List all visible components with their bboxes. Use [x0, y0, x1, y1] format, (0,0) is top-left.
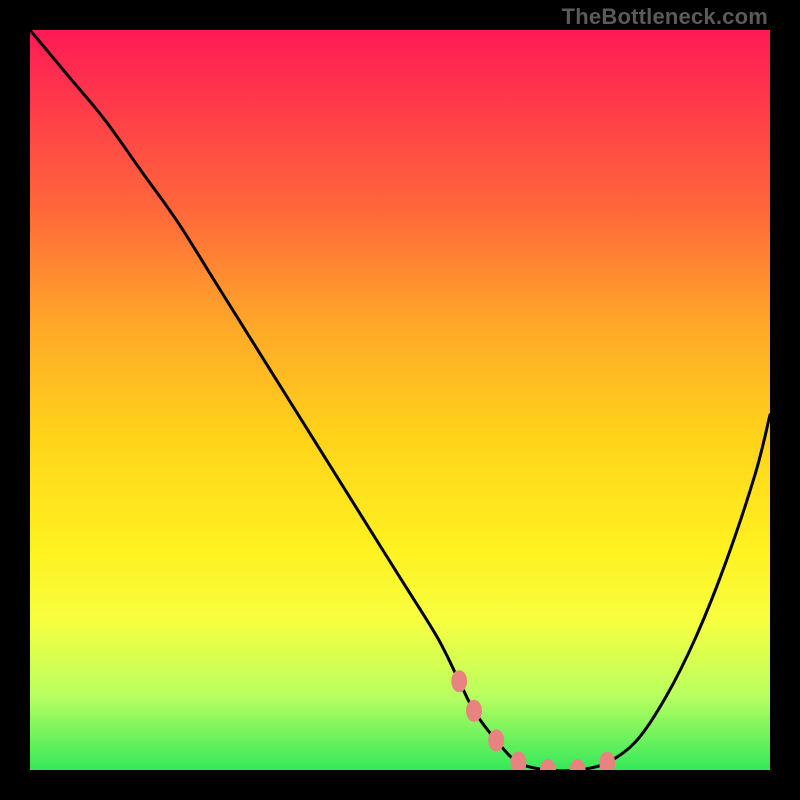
highlight-dot: [451, 670, 467, 692]
highlight-dot: [570, 759, 586, 770]
chart-frame: [30, 30, 770, 770]
highlight-dot: [466, 700, 482, 722]
highlight-dot: [540, 759, 556, 770]
highlight-dots-group: [451, 670, 615, 770]
highlight-dot: [488, 729, 504, 751]
highlight-dot: [599, 752, 615, 770]
chart-svg: [30, 30, 770, 770]
highlight-dot: [510, 752, 526, 770]
watermark-text: TheBottleneck.com: [562, 4, 768, 30]
chart-curve: [30, 30, 770, 770]
